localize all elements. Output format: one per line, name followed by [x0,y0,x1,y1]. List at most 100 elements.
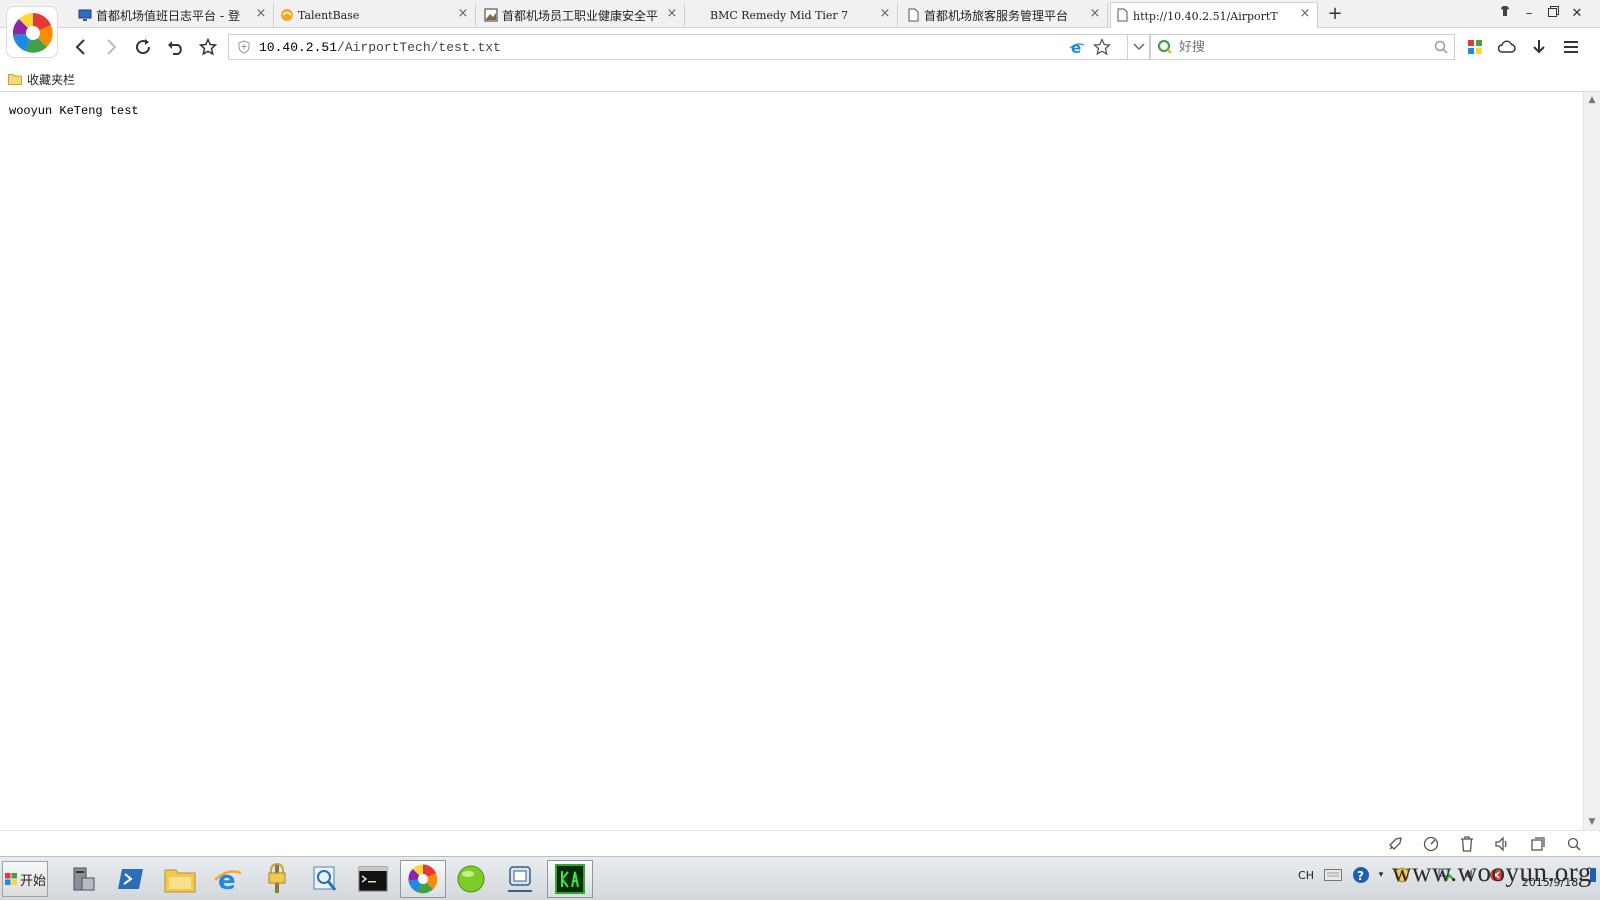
tab-label: 首都机场员工职业健康安全平 [502,9,659,23]
close-icon[interactable]: × [1299,7,1311,20]
taskbar-internet-explorer[interactable]: e [205,860,251,898]
windows-flag-icon [4,873,17,885]
folder-icon [8,74,22,85]
svg-text:e: e [1071,39,1081,55]
taskbar-green-terminal[interactable] [547,860,593,898]
server-manager-icon [73,867,95,891]
powershell-icon [118,869,143,889]
help-icon[interactable]: ? [1350,865,1372,885]
address-host: 10.40.2.51 [259,39,338,55]
trash-icon [1461,836,1473,852]
close-icon[interactable]: × [457,7,469,20]
restore-button[interactable] [1542,4,1564,24]
tab-strip: 首都机场值班日志平台 - 登 × TalentBase × 首都机场员工职业健康… [0,0,1600,29]
tab-label: BMC Remedy Mid Tier 7 [710,9,849,22]
taskbar-server-manager[interactable] [60,860,106,898]
sound-button[interactable] [1493,835,1511,853]
search-box[interactable] [1150,34,1455,60]
taskbar-cmd[interactable] [350,860,396,898]
search-input[interactable] [1179,39,1429,55]
monitor-icon [78,9,92,21]
speed-button[interactable] [1422,835,1440,853]
cloud-icon [1498,40,1516,53]
tab-duty-log[interactable]: 首都机场值班日志平台 - 登 × [74,3,274,28]
taskbar: 开始 e CH ? ▾ 2015/9/18 [0,856,1600,900]
download-icon [1533,40,1545,54]
tab-label: 首都机场值班日志平台 - 登 [96,9,240,23]
apps-button[interactable] [1464,36,1486,58]
rocket-accelerate-button[interactable] [1386,835,1404,853]
address-path: /AirportTech/test.txt [337,39,501,55]
taskbar-explorer[interactable] [157,860,203,898]
search-icon[interactable] [1434,40,1448,54]
close-window-button[interactable]: ✕ [1566,4,1588,24]
ie-compat-icon[interactable]: e [1069,39,1085,55]
hacker-tool-icon [555,864,585,894]
vertical-scrollbar[interactable]: ▲ ▼ [1583,92,1600,830]
tab-passenger-service[interactable]: 首都机场旅客服务管理平台 × [902,3,1108,28]
rocket-icon [1389,837,1402,850]
tab-talentbase[interactable]: TalentBase × [276,3,476,28]
taskbar-vpn-lock[interactable] [254,860,300,898]
page-icon [908,8,919,22]
undo-close-tab-button[interactable] [165,36,187,58]
tray-language[interactable]: CH [1295,865,1317,885]
forward-button[interactable] [100,36,122,58]
remote-desktop-icon [508,866,532,892]
zoom-button[interactable] [1565,835,1583,853]
back-button[interactable] [70,36,92,58]
plain-text-content: wooyun KeTeng test [9,104,139,118]
close-icon[interactable]: × [666,7,678,20]
browser-logo[interactable] [6,6,58,58]
scroll-up-arrow[interactable]: ▲ [1584,92,1600,108]
address-dropdown-button[interactable] [1128,34,1150,60]
tab-test-txt[interactable]: http://10.40.2.51/AirportT × [1110,2,1318,29]
address-bar[interactable]: 10.40.2.51/AirportTech/test.txt e [228,34,1128,60]
taskbar-powershell[interactable] [108,860,154,898]
window-icon [1531,837,1545,851]
haosou-search-icon[interactable] [1157,39,1173,55]
bookmark-star-icon[interactable] [1093,38,1111,56]
360-browser-icon [12,13,53,53]
refresh-button[interactable] [132,36,154,58]
cloud-sync-button[interactable] [1496,36,1518,58]
start-button[interactable]: 开始 [2,861,48,897]
back-arrow-icon [75,39,85,55]
speed-icon [1423,836,1439,852]
speaker-icon [1495,836,1507,852]
360-browser-icon [408,864,438,894]
close-icon[interactable]: × [1089,7,1101,20]
taskbar-360-browser[interactable] [400,860,446,898]
menu-button[interactable] [1560,36,1582,58]
star-icon [199,38,217,56]
close-icon[interactable]: × [255,7,267,20]
forward-arrow-icon [107,39,117,55]
undo-icon [168,41,182,55]
window-mode-button[interactable] [1529,835,1547,853]
magnifier-document-icon [313,866,337,891]
folder-icon [164,869,196,893]
tab-bmc-remedy[interactable]: BMC Remedy Mid Tier 7 × [688,3,898,28]
lock-icon [268,863,286,893]
taskbar-green-app[interactable] [448,860,494,898]
start-label: 开始 [19,873,46,889]
close-icon[interactable]: × [879,7,891,20]
minimize-button[interactable]: – [1518,4,1540,24]
keyboard-icon[interactable] [1322,865,1344,885]
favorite-button[interactable] [197,36,219,58]
taskbar-remote-desktop[interactable] [497,860,543,898]
scroll-down-arrow[interactable]: ▼ [1584,814,1600,830]
tab-health-safety[interactable]: 首都机场员工职业健康安全平 × [480,3,685,28]
taskbar-search-tool[interactable] [302,860,348,898]
skin-icon[interactable] [1494,4,1516,24]
download-button[interactable] [1528,36,1550,58]
tray-expand-icon[interactable]: ▾ [1374,865,1388,885]
status-bar [0,830,1600,856]
svg-text:e: e [218,866,236,894]
address-text[interactable]: 10.40.2.51/AirportTech/test.txt [259,40,501,55]
tab-label: http://10.40.2.51/AirportT [1133,9,1278,23]
clear-trace-button[interactable] [1458,835,1476,853]
bookmarks-folder[interactable]: 收藏夹栏 [8,70,75,88]
green-circle-icon [457,865,485,893]
new-tab-button[interactable]: + [1324,3,1346,25]
